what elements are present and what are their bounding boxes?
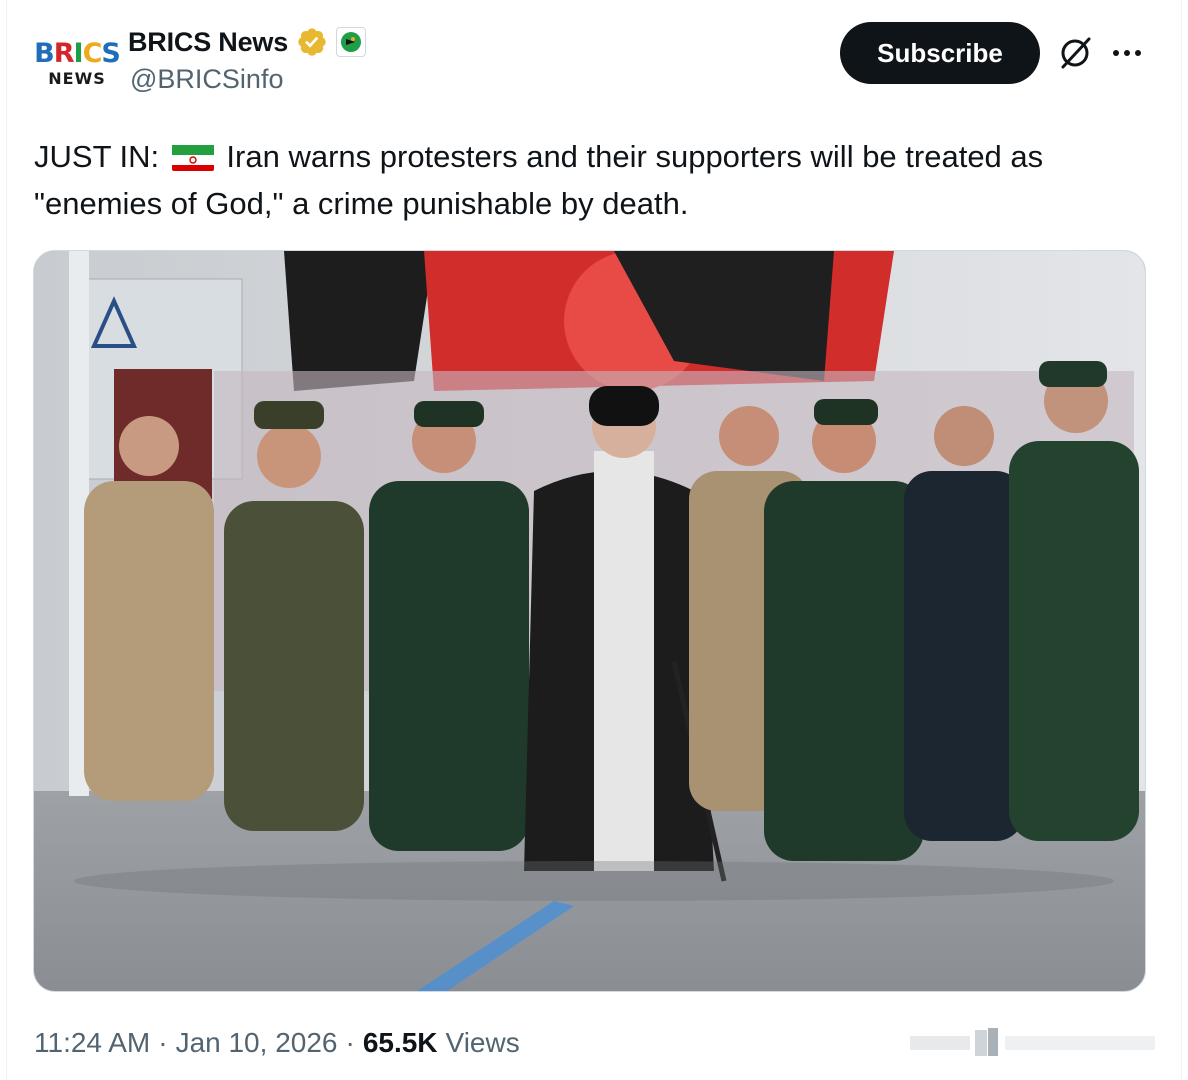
views-count: 65.5K bbox=[362, 1027, 438, 1058]
tweet-text: JUST IN: Iran warns protesters and their… bbox=[34, 133, 1154, 227]
display-name[interactable]: BRICS News bbox=[128, 27, 288, 58]
tweet-date[interactable]: Jan 10, 2026 bbox=[176, 1027, 338, 1059]
account-handle[interactable]: @BRICSinfo bbox=[130, 64, 283, 95]
tweet-time[interactable]: 11:24 AM bbox=[34, 1027, 150, 1059]
views-label: Views bbox=[445, 1027, 520, 1058]
avatar-logo-brics: BRICS bbox=[34, 38, 121, 69]
watermark-graphic bbox=[910, 1028, 1155, 1056]
affiliate-badge-icon[interactable] bbox=[336, 27, 367, 57]
avatar-logo-news: NEWS bbox=[48, 69, 106, 88]
subscribe-button[interactable]: Subscribe bbox=[840, 22, 1040, 84]
grok-icon[interactable] bbox=[1056, 34, 1094, 72]
account-avatar[interactable]: BRICS NEWS bbox=[34, 26, 121, 102]
tweet-photo[interactable] bbox=[33, 250, 1146, 992]
meta-separator: · bbox=[345, 1027, 355, 1058]
meta-separator: · bbox=[158, 1027, 168, 1058]
iran-flag-icon bbox=[171, 141, 214, 171]
more-options-icon[interactable] bbox=[1110, 36, 1144, 70]
verified-badge-icon[interactable] bbox=[296, 26, 328, 58]
tweet-text-lead: JUST IN: bbox=[34, 139, 160, 174]
tweet-meta: 11:24 AM · Jan 10, 2026 · 65.5K Views bbox=[34, 1027, 520, 1059]
